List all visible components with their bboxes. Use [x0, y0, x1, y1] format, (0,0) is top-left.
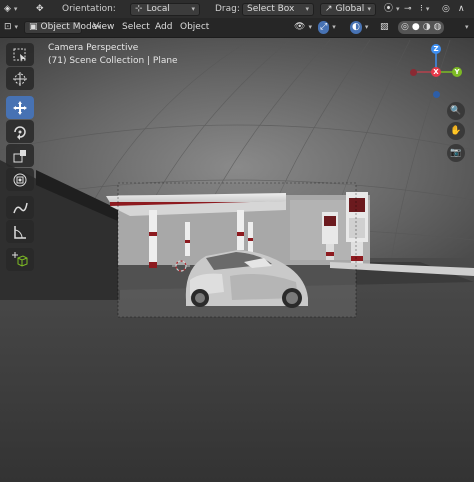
tool-measure[interactable]: [6, 220, 34, 243]
add-cube-icon: [12, 251, 28, 267]
move-icon: [13, 100, 27, 115]
drag-dropdown[interactable]: Select Box ▾: [242, 2, 314, 16]
drag-value: Select Box: [247, 4, 295, 14]
orientation-icon: ⊹: [135, 4, 143, 14]
global-axis-icon: ↗: [325, 4, 333, 14]
tool-move[interactable]: [6, 96, 34, 119]
material-shading-icon[interactable]: ◑: [423, 21, 431, 33]
axis-z-button[interactable]: Z: [431, 44, 441, 54]
axis-neg-x-button[interactable]: [410, 69, 417, 76]
tool-cursor[interactable]: [6, 67, 34, 90]
viewport-info: Camera Perspective (71) Scene Collection…: [48, 42, 178, 68]
menu-select[interactable]: Select: [122, 20, 150, 34]
tool-rotate[interactable]: [6, 120, 34, 143]
axis-neg-z-button[interactable]: [433, 91, 440, 98]
move-arrows-icon: ✥: [36, 4, 44, 14]
menu-view[interactable]: View: [93, 20, 114, 34]
cursor-icon: [13, 71, 27, 86]
snap-target-icon: ⁝: [420, 4, 423, 14]
proportional-edit-toggle[interactable]: ◎: [442, 2, 450, 16]
transform-gizmo-toggle[interactable]: ✥: [36, 2, 44, 16]
viewport-editor-dropdown[interactable]: ⊡ ▾: [4, 20, 18, 34]
transform-orientation-dropdown[interactable]: ↗ Global ▾: [320, 2, 376, 16]
overlay-icon: ◐: [352, 22, 360, 32]
shading-group: ◎ ● ◑ ◍: [398, 20, 445, 34]
tool-scale[interactable]: [6, 144, 34, 167]
tool-annotate[interactable]: [6, 196, 34, 219]
shading-options-dropdown[interactable]: ▾: [462, 20, 469, 34]
xray-toggle[interactable]: ▨: [380, 20, 389, 34]
editor-type-dropdown[interactable]: ◈ ▾: [4, 2, 17, 16]
annotate-icon: [13, 202, 28, 213]
tool-add-cube[interactable]: [6, 248, 34, 271]
tool-transform[interactable]: [6, 168, 34, 191]
view-name: Camera Perspective: [48, 43, 139, 53]
camera-icon: 📷: [450, 148, 462, 158]
snap-icon: ⊸: [404, 4, 412, 14]
orientation-dropdown[interactable]: ⊹ Local ▾: [130, 2, 200, 16]
object-mode-icon: ▣: [29, 22, 38, 32]
scale-icon: [13, 149, 26, 162]
axis-y-button[interactable]: Y: [452, 67, 462, 77]
transform-orientation-value: Global: [335, 4, 365, 14]
rotate-icon: [14, 125, 26, 140]
navigation-gizmo[interactable]: Z Y X: [404, 42, 470, 100]
proportional-falloff-dropdown[interactable]: ∧: [458, 2, 465, 16]
orientation-label: Orientation:: [62, 4, 116, 14]
viewport-header: ⊡ ▾ ▣ Object Mode ▾ View Select Add Objec…: [0, 18, 474, 38]
snap-toggle[interactable]: ⊸: [404, 2, 412, 16]
orientation-value: Local: [146, 4, 170, 14]
falloff-icon: ∧: [458, 4, 465, 14]
pivot-point-dropdown[interactable]: ⦿ ▾: [384, 2, 400, 16]
pan-button[interactable]: ✋: [447, 122, 465, 140]
scene-render: [0, 38, 474, 482]
hand-icon: ✋: [450, 126, 462, 136]
scene-info: (71) Scene Collection | Plane: [48, 56, 178, 66]
gizmo-icon: ⤢: [320, 22, 328, 32]
select-box-icon: [13, 48, 26, 62]
measure-icon: [14, 225, 26, 239]
tool-header: ◈ ▾ ✥ Orientation: ⊹ Local ▾ Drag: Select…: [0, 0, 474, 18]
menu-object[interactable]: Object: [180, 20, 209, 34]
viewport-icon: ⊡: [4, 22, 12, 32]
mode-value: Object Mode: [40, 22, 98, 32]
solid-shading-icon[interactable]: ●: [412, 21, 420, 33]
wireframe-shading-icon[interactable]: ◎: [401, 21, 409, 33]
rendered-shading-icon[interactable]: ◍: [434, 21, 442, 33]
axis-x-button[interactable]: X: [431, 67, 441, 77]
viewport-icon: ◈: [4, 4, 11, 14]
eye-icon: 👁: [294, 22, 306, 32]
overlay-toggle[interactable]: ◐ ▾: [350, 20, 368, 34]
transform-icon: [13, 173, 27, 186]
gizmo-toggle[interactable]: ⤢ ▾: [318, 20, 336, 34]
xray-icon: ▨: [380, 22, 389, 32]
3d-viewport[interactable]: [0, 38, 474, 482]
pivot-icon: ⦿: [384, 4, 394, 14]
tool-select-box[interactable]: [6, 43, 34, 66]
menu-add[interactable]: Add: [155, 20, 172, 34]
zoom-button[interactable]: 🔍: [447, 102, 465, 120]
mode-dropdown[interactable]: ▣ Object Mode ▾: [24, 20, 101, 34]
drag-label: Drag:: [215, 4, 240, 14]
magnifier-icon: 🔍: [450, 106, 462, 116]
visibility-dropdown[interactable]: 👁 ▾: [294, 20, 312, 34]
camera-view-button[interactable]: 📷: [447, 144, 465, 162]
proportional-edit-icon: ◎: [442, 4, 450, 14]
snap-dropdown[interactable]: ⁝ ▾: [420, 2, 429, 16]
